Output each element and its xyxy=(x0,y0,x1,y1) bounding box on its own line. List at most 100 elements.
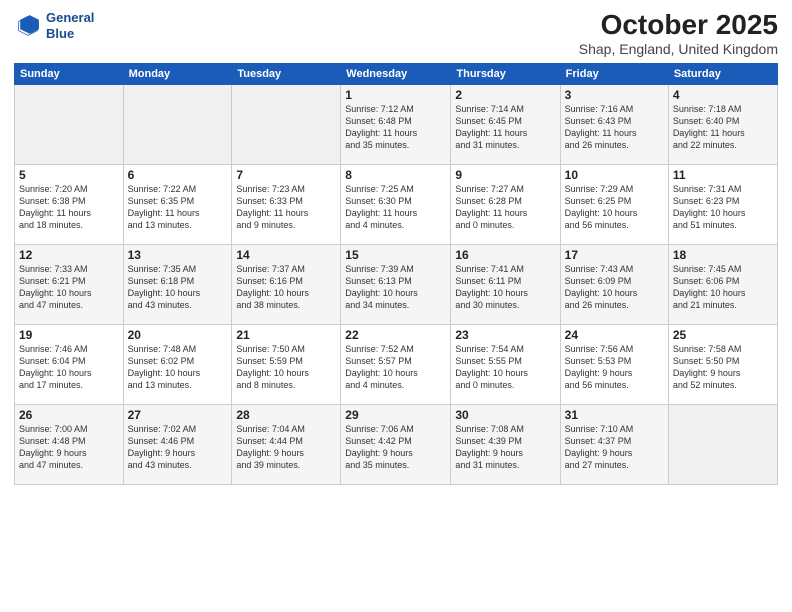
table-row: 1Sunrise: 7:12 AM Sunset: 6:48 PM Daylig… xyxy=(341,84,451,164)
calendar-week-row: 26Sunrise: 7:00 AM Sunset: 4:48 PM Dayli… xyxy=(15,404,778,484)
day-info: Sunrise: 7:14 AM Sunset: 6:45 PM Dayligh… xyxy=(455,103,555,152)
day-info: Sunrise: 7:08 AM Sunset: 4:39 PM Dayligh… xyxy=(455,423,555,472)
day-number: 27 xyxy=(128,408,228,422)
day-number: 16 xyxy=(455,248,555,262)
table-row: 25Sunrise: 7:58 AM Sunset: 5:50 PM Dayli… xyxy=(668,324,777,404)
day-info: Sunrise: 7:52 AM Sunset: 5:57 PM Dayligh… xyxy=(345,343,446,392)
table-row: 7Sunrise: 7:23 AM Sunset: 6:33 PM Daylig… xyxy=(232,164,341,244)
calendar-header-row: Sunday Monday Tuesday Wednesday Thursday… xyxy=(15,63,778,84)
col-tuesday: Tuesday xyxy=(232,63,341,84)
table-row: 2Sunrise: 7:14 AM Sunset: 6:45 PM Daylig… xyxy=(451,84,560,164)
day-number: 6 xyxy=(128,168,228,182)
day-info: Sunrise: 7:20 AM Sunset: 6:38 PM Dayligh… xyxy=(19,183,119,232)
table-row: 13Sunrise: 7:35 AM Sunset: 6:18 PM Dayli… xyxy=(123,244,232,324)
day-number: 29 xyxy=(345,408,446,422)
calendar-week-row: 12Sunrise: 7:33 AM Sunset: 6:21 PM Dayli… xyxy=(15,244,778,324)
day-number: 21 xyxy=(236,328,336,342)
day-info: Sunrise: 7:18 AM Sunset: 6:40 PM Dayligh… xyxy=(673,103,773,152)
day-info: Sunrise: 7:00 AM Sunset: 4:48 PM Dayligh… xyxy=(19,423,119,472)
day-info: Sunrise: 7:10 AM Sunset: 4:37 PM Dayligh… xyxy=(565,423,664,472)
day-number: 2 xyxy=(455,88,555,102)
table-row: 24Sunrise: 7:56 AM Sunset: 5:53 PM Dayli… xyxy=(560,324,668,404)
table-row: 21Sunrise: 7:50 AM Sunset: 5:59 PM Dayli… xyxy=(232,324,341,404)
day-info: Sunrise: 7:29 AM Sunset: 6:25 PM Dayligh… xyxy=(565,183,664,232)
day-info: Sunrise: 7:39 AM Sunset: 6:13 PM Dayligh… xyxy=(345,263,446,312)
day-number: 19 xyxy=(19,328,119,342)
col-saturday: Saturday xyxy=(668,63,777,84)
day-number: 22 xyxy=(345,328,446,342)
col-friday: Friday xyxy=(560,63,668,84)
day-number: 11 xyxy=(673,168,773,182)
logo: General Blue xyxy=(14,10,94,41)
table-row: 9Sunrise: 7:27 AM Sunset: 6:28 PM Daylig… xyxy=(451,164,560,244)
table-row: 26Sunrise: 7:00 AM Sunset: 4:48 PM Dayli… xyxy=(15,404,124,484)
table-row: 3Sunrise: 7:16 AM Sunset: 6:43 PM Daylig… xyxy=(560,84,668,164)
table-row: 10Sunrise: 7:29 AM Sunset: 6:25 PM Dayli… xyxy=(560,164,668,244)
day-info: Sunrise: 7:58 AM Sunset: 5:50 PM Dayligh… xyxy=(673,343,773,392)
day-info: Sunrise: 7:48 AM Sunset: 6:02 PM Dayligh… xyxy=(128,343,228,392)
table-row: 14Sunrise: 7:37 AM Sunset: 6:16 PM Dayli… xyxy=(232,244,341,324)
table-row: 11Sunrise: 7:31 AM Sunset: 6:23 PM Dayli… xyxy=(668,164,777,244)
table-row: 29Sunrise: 7:06 AM Sunset: 4:42 PM Dayli… xyxy=(341,404,451,484)
page-header: General Blue October 2025 Shap, England,… xyxy=(14,10,778,57)
day-number: 28 xyxy=(236,408,336,422)
calendar-week-row: 1Sunrise: 7:12 AM Sunset: 6:48 PM Daylig… xyxy=(15,84,778,164)
table-row: 19Sunrise: 7:46 AM Sunset: 6:04 PM Dayli… xyxy=(15,324,124,404)
day-info: Sunrise: 7:31 AM Sunset: 6:23 PM Dayligh… xyxy=(673,183,773,232)
title-block: October 2025 Shap, England, United Kingd… xyxy=(579,10,778,57)
table-row: 8Sunrise: 7:25 AM Sunset: 6:30 PM Daylig… xyxy=(341,164,451,244)
day-info: Sunrise: 7:50 AM Sunset: 5:59 PM Dayligh… xyxy=(236,343,336,392)
table-row: 30Sunrise: 7:08 AM Sunset: 4:39 PM Dayli… xyxy=(451,404,560,484)
day-number: 30 xyxy=(455,408,555,422)
day-info: Sunrise: 7:37 AM Sunset: 6:16 PM Dayligh… xyxy=(236,263,336,312)
day-info: Sunrise: 7:23 AM Sunset: 6:33 PM Dayligh… xyxy=(236,183,336,232)
day-info: Sunrise: 7:54 AM Sunset: 5:55 PM Dayligh… xyxy=(455,343,555,392)
table-row: 23Sunrise: 7:54 AM Sunset: 5:55 PM Dayli… xyxy=(451,324,560,404)
day-number: 12 xyxy=(19,248,119,262)
day-info: Sunrise: 7:12 AM Sunset: 6:48 PM Dayligh… xyxy=(345,103,446,152)
table-row: 20Sunrise: 7:48 AM Sunset: 6:02 PM Dayli… xyxy=(123,324,232,404)
day-number: 9 xyxy=(455,168,555,182)
day-info: Sunrise: 7:56 AM Sunset: 5:53 PM Dayligh… xyxy=(565,343,664,392)
day-number: 24 xyxy=(565,328,664,342)
day-info: Sunrise: 7:04 AM Sunset: 4:44 PM Dayligh… xyxy=(236,423,336,472)
month-title: October 2025 xyxy=(579,10,778,41)
table-row: 6Sunrise: 7:22 AM Sunset: 6:35 PM Daylig… xyxy=(123,164,232,244)
day-number: 8 xyxy=(345,168,446,182)
day-info: Sunrise: 7:06 AM Sunset: 4:42 PM Dayligh… xyxy=(345,423,446,472)
day-number: 23 xyxy=(455,328,555,342)
table-row: 27Sunrise: 7:02 AM Sunset: 4:46 PM Dayli… xyxy=(123,404,232,484)
day-info: Sunrise: 7:25 AM Sunset: 6:30 PM Dayligh… xyxy=(345,183,446,232)
table-row xyxy=(15,84,124,164)
calendar-table: Sunday Monday Tuesday Wednesday Thursday… xyxy=(14,63,778,485)
day-info: Sunrise: 7:33 AM Sunset: 6:21 PM Dayligh… xyxy=(19,263,119,312)
table-row: 22Sunrise: 7:52 AM Sunset: 5:57 PM Dayli… xyxy=(341,324,451,404)
day-info: Sunrise: 7:35 AM Sunset: 6:18 PM Dayligh… xyxy=(128,263,228,312)
table-row: 18Sunrise: 7:45 AM Sunset: 6:06 PM Dayli… xyxy=(668,244,777,324)
day-info: Sunrise: 7:43 AM Sunset: 6:09 PM Dayligh… xyxy=(565,263,664,312)
table-row: 31Sunrise: 7:10 AM Sunset: 4:37 PM Dayli… xyxy=(560,404,668,484)
table-row xyxy=(232,84,341,164)
day-number: 10 xyxy=(565,168,664,182)
table-row: 15Sunrise: 7:39 AM Sunset: 6:13 PM Dayli… xyxy=(341,244,451,324)
day-number: 14 xyxy=(236,248,336,262)
day-info: Sunrise: 7:22 AM Sunset: 6:35 PM Dayligh… xyxy=(128,183,228,232)
day-number: 7 xyxy=(236,168,336,182)
day-info: Sunrise: 7:46 AM Sunset: 6:04 PM Dayligh… xyxy=(19,343,119,392)
table-row: 28Sunrise: 7:04 AM Sunset: 4:44 PM Dayli… xyxy=(232,404,341,484)
day-number: 1 xyxy=(345,88,446,102)
day-info: Sunrise: 7:41 AM Sunset: 6:11 PM Dayligh… xyxy=(455,263,555,312)
day-info: Sunrise: 7:27 AM Sunset: 6:28 PM Dayligh… xyxy=(455,183,555,232)
page-container: General Blue October 2025 Shap, England,… xyxy=(0,0,792,612)
day-number: 31 xyxy=(565,408,664,422)
table-row: 16Sunrise: 7:41 AM Sunset: 6:11 PM Dayli… xyxy=(451,244,560,324)
table-row xyxy=(123,84,232,164)
day-number: 5 xyxy=(19,168,119,182)
day-number: 15 xyxy=(345,248,446,262)
col-monday: Monday xyxy=(123,63,232,84)
day-number: 13 xyxy=(128,248,228,262)
table-row: 4Sunrise: 7:18 AM Sunset: 6:40 PM Daylig… xyxy=(668,84,777,164)
calendar-week-row: 19Sunrise: 7:46 AM Sunset: 6:04 PM Dayli… xyxy=(15,324,778,404)
table-row xyxy=(668,404,777,484)
day-number: 18 xyxy=(673,248,773,262)
